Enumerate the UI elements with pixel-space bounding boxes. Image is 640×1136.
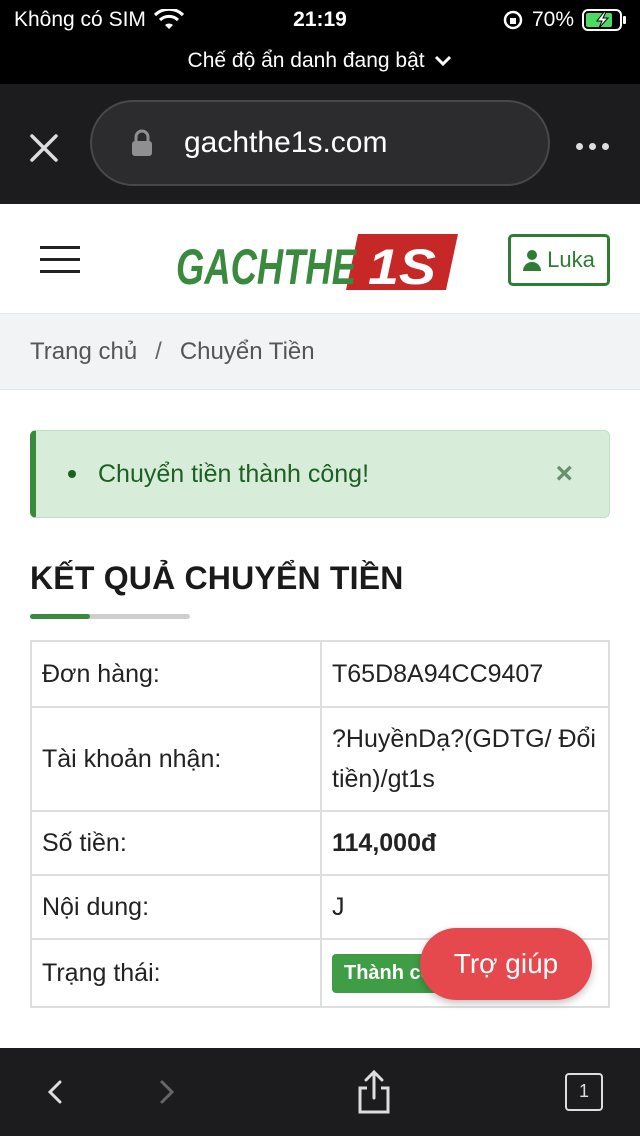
user-account-button[interactable]: Luka xyxy=(508,234,610,286)
share-icon[interactable] xyxy=(354,1068,394,1116)
chevron-down-icon xyxy=(435,55,452,67)
result-title: KẾT QUẢ CHUYỂN TIỀN xyxy=(30,560,404,596)
incognito-label: Chế độ ẩn danh đang bật xyxy=(187,49,425,72)
breadcrumb: Trang chủ / Chuyển Tiền xyxy=(0,314,640,390)
orientation-lock-icon xyxy=(503,10,523,30)
logo-text-left: GACHTHE xyxy=(176,239,357,292)
incognito-banner[interactable]: Chế độ ẩn danh đang bật xyxy=(0,42,640,84)
help-button[interactable]: Trợ giúp xyxy=(420,928,592,1000)
breadcrumb-current: Chuyển Tiền xyxy=(179,337,315,365)
row-label: Tài khoản nhận: xyxy=(30,706,322,812)
row-label: Nội dung: xyxy=(30,874,322,940)
back-icon[interactable] xyxy=(36,1072,76,1112)
hamburger-menu-icon[interactable] xyxy=(40,246,80,274)
status-bar: Không có SIM 21:19 70% xyxy=(0,0,640,42)
order-id-value: T65D8A94CC9407 xyxy=(320,640,610,708)
site-header: GACHTHE 1S Luka xyxy=(0,204,640,314)
battery-percent: 70% xyxy=(531,8,574,31)
table-row: Số tiền: 114,000đ xyxy=(30,810,610,876)
row-label: Trạng thái: xyxy=(30,938,322,1008)
tabs-button[interactable]: 1 xyxy=(565,1073,603,1111)
close-icon[interactable] xyxy=(24,128,64,168)
site-logo[interactable]: GACHTHE 1S xyxy=(176,232,458,292)
url-field[interactable]: gachthe1s.com xyxy=(90,100,550,186)
forward-icon[interactable] xyxy=(146,1072,186,1112)
row-label: Số tiền: xyxy=(30,810,322,876)
battery-charging-icon xyxy=(582,9,626,31)
breadcrumb-home-link[interactable]: Trang chủ xyxy=(30,338,137,366)
amount-value: 114,000đ xyxy=(320,810,610,876)
table-row: Đơn hàng: T65D8A94CC9407 xyxy=(30,640,610,708)
lock-icon xyxy=(132,129,152,156)
recipient-account-value: ?HuyềnDạ?(GDTG/ Đổi tiền)/gt1s xyxy=(320,706,610,812)
status-right: 70% xyxy=(502,8,628,32)
table-row: Tài khoản nhận: ?HuyềnDạ?(GDTG/ Đổi tiền… xyxy=(30,706,610,812)
browser-address-bar: gachthe1s.com xyxy=(0,84,640,204)
success-alert: Chuyển tiền thành công! × xyxy=(30,430,610,518)
browser-toolbar: 1 xyxy=(0,1048,640,1136)
row-label: Đơn hàng: xyxy=(30,640,322,708)
bullet-icon xyxy=(68,470,76,478)
alert-close-button[interactable]: × xyxy=(555,457,573,491)
user-name: Luka xyxy=(547,247,595,272)
title-underline xyxy=(30,614,190,619)
logo-text-right: 1S xyxy=(368,239,436,292)
user-icon xyxy=(523,250,542,271)
breadcrumb-separator: / xyxy=(155,337,162,365)
alert-message: Chuyển tiền thành công! xyxy=(98,459,370,488)
more-options-icon[interactable] xyxy=(576,136,616,156)
url-text: gachthe1s.com xyxy=(184,126,388,159)
